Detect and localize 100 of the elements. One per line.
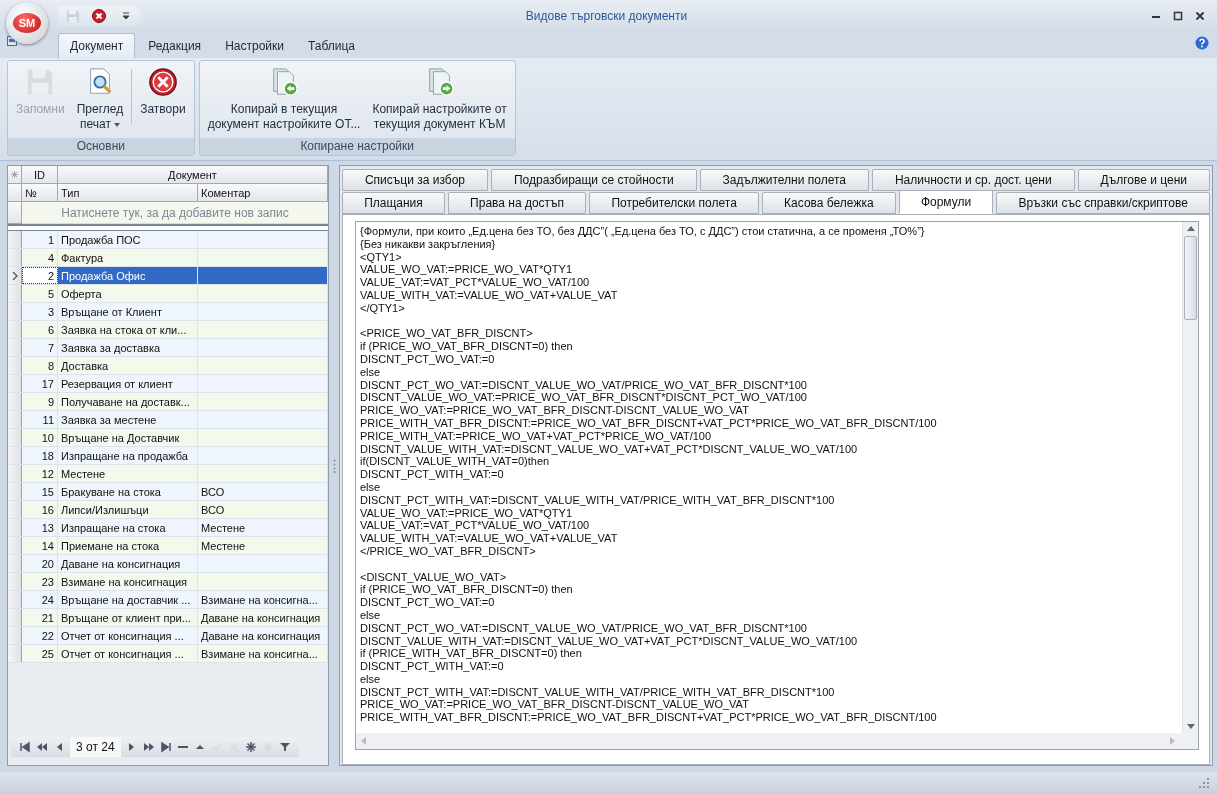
scroll-left-icon[interactable]: [360, 737, 366, 745]
caret-icon[interactable]: [113, 122, 120, 127]
table-cell: 21: [22, 609, 58, 626]
column-header[interactable]: Коментар: [198, 184, 328, 202]
band-header[interactable]: Документ: [58, 166, 328, 184]
app-logo[interactable]: SM: [6, 2, 48, 44]
horizontal-scrollbar[interactable]: [356, 733, 1198, 749]
ribbon-button[interactable]: Копирай в текущия документ настройките ОТ...: [201, 65, 367, 134]
settings-tab[interactable]: Формули: [898, 190, 994, 214]
window-icon[interactable]: [7, 36, 17, 46]
table-cell: Връщане от Клиент: [58, 303, 198, 320]
settings-tab[interactable]: Дългове и цени: [1077, 169, 1211, 191]
maximize-icon[interactable]: [1173, 11, 1183, 21]
settings-tab[interactable]: Права на достъп: [447, 192, 587, 214]
table-cell: ВСО: [198, 483, 328, 500]
table-cell: Взимане на консигна...: [198, 591, 328, 608]
band-header[interactable]: ID: [22, 166, 58, 184]
table-cell: Заявка за местене: [58, 411, 198, 428]
table-cell: 18: [22, 447, 58, 464]
help-icon[interactable]: [1195, 36, 1209, 50]
table-cell: 15: [22, 483, 58, 500]
table-cell: 17: [22, 375, 58, 392]
previous-page-icon[interactable]: [36, 741, 48, 753]
resize-grip-icon[interactable]: [1199, 778, 1209, 788]
table-cell: 5: [22, 285, 58, 302]
table-cell: 8: [22, 357, 58, 374]
group-label: Копиране настройки: [199, 138, 515, 155]
table-cell: Връщане на Доставчик: [58, 429, 198, 446]
ribbon-tab[interactable]: Таблица: [296, 34, 367, 58]
customize-caret-icon[interactable]: [122, 12, 130, 20]
table-cell: 25: [22, 645, 58, 662]
table-cell: 22: [22, 627, 58, 644]
table-cell: Даване на консигнация: [198, 609, 328, 626]
column-header[interactable]: №: [22, 184, 58, 202]
column-chooser-icon[interactable]: [11, 171, 18, 178]
close-icon[interactable]: [1195, 11, 1205, 21]
ribbon-tab[interactable]: Документ: [58, 33, 136, 58]
table-cell: 2: [22, 267, 58, 284]
settings-tab[interactable]: Касова бележка: [762, 192, 896, 214]
filter-icon[interactable]: [278, 741, 291, 753]
table-cell: 16: [22, 501, 58, 518]
table-cell: Отчет от консигнация ...: [58, 627, 198, 644]
table-cell: 7: [22, 339, 58, 356]
ribbon-tab[interactable]: Настройки: [214, 34, 295, 58]
table-cell: 24: [22, 591, 58, 608]
table-cell: 13: [22, 519, 58, 536]
table-cell: Връщане на доставчик ...: [58, 591, 198, 608]
settings-tab[interactable]: Плащания: [342, 192, 445, 214]
table-cell: Отчет от консигнация ...: [58, 645, 198, 662]
table-cell: Местене: [198, 537, 328, 554]
table-cell: 3: [22, 303, 58, 320]
formula-editor[interactable]: [355, 221, 1199, 750]
first-record-icon[interactable]: [19, 741, 31, 753]
settings-tab[interactable]: Задължителни полета: [699, 169, 869, 191]
scrollbar-thumb[interactable]: [1184, 236, 1197, 320]
table-cell: 1: [22, 231, 58, 248]
vertical-scrollbar[interactable]: [1182, 222, 1198, 733]
scroll-right-icon[interactable]: [1170, 737, 1176, 745]
ribbon-button[interactable]: Копирай настройките от текущия документ КЪМ: [366, 65, 513, 134]
record-position: 3 от 24: [70, 737, 121, 757]
formula-text: {Формули, при които „Ед.цена без ТО, без ДДС”( „Ед.цена без ТО, с ДДС”) стои статична, а се променя „ТО%”} {Без никакви закръгления} <QTY1> VALUE_WO_VAT:=PRICE_WO_VAT*QTY1 VALUE_VAT:=VAT_PCT*VALUE_WO_VAT/100 VALUE_WITH_VAT:=VALUE_WO_VAT+VALUE_VAT </QTY1> <PRICE_WO_VAT_BFR_DISCNT> if (PRICE_WO_VAT_BFR_DISCNT=0) then DISCNT_PCT_WO_VAT:=0 else DISCNT_PCT_WO_VAT:=DISCNT_VALUE_WO_VAT/PRICE_WO_VAT_BFR_DISCNT*100 DISCNT_VALUE_WO_VAT:=PRICE_WO_VAT_BFR_DISCNT*DISCNT_PCT_WO_VAT/100 PRICE_WO_VAT:=PRICE_WO_VAT_BFR_DISCNT-DISCNT_VALUE_WO_VAT PRICE_WITH_VAT_BFR_DISCNT:=PRICE_WO_VAT_BFR_DISCNT+VAT_PCT*PRICE_WO_VAT_BFR_DISCNT/100 PRICE_WITH_VAT:=PRICE_WO_VAT+VAT_PCT*PRICE_WO_VAT/100 DISCNT_VALUE_WITH_VAT:=DISCNT_VALUE_WO_VAT+VAT_PCT*DISCNT_VALUE_WO_VAT/100 if(DISCNT_VALUE_WITH_VAT=0)then DISCNT_PCT_WITH_VAT:=0 else DISCNT_PCT_WITH_VAT:=DISCNT_VALUE_WITH_VAT/PRICE_WITH_VAT_BFR_DISCNT*100 VALUE_WO_VAT:=PRICE_WO_VAT*QTY1 VALUE_VAT:=VAT_PCT*VALUE_WO_VAT/100 VALUE_WITH_VAT:=VALUE_WO_VAT+VALUE_VAT </PRICE_WO_VAT_BFR_DISCNT> <DISCNT_VALUE_WO_VAT> if (PRICE_WO_VAT_BFR_DISCNT=0) then DISCNT_PCT_WO_VAT:=0 else DISCNT_PCT_WO_VAT:=DISCNT_VALUE_WO_VAT/PRICE_WO_VAT_BFR_DISCNT*100 DISCNT_VALUE_WITH_VAT:=DISCNT_VALUE_WO_VAT+VAT_PCT*DISCNT_VALUE_WO_VAT/100 if (PRICE_WITH_VAT_BFR_DISCNT=0) then DISCNT_PCT_WITH_VAT:=0 else DISCNT_PCT_WITH_VAT:=DISCNT_VALUE_WITH_VAT/PRICE_WITH_VAT_BFR_DISCNT*100 PRICE_WO_VAT:=PRICE_WO_VAT_BFR_DISCNT-DISCNT_VALUE_WO_VAT PRICE_WITH_VAT_BFR_DISCNT:=PRICE_WO_VAT_BFR_DISCNT+VAT_PCT*PRICE_WO_VAT_BFR_DISCNT/100: [359, 224, 938, 726]
next-page-icon[interactable]: [142, 741, 155, 753]
table-cell: Изпращане на стока: [58, 519, 198, 536]
table-cell: Даване на консигнация: [198, 627, 328, 644]
column-header[interactable]: Тип: [58, 184, 198, 202]
settings-tab[interactable]: Списъци за избор: [342, 169, 488, 191]
table-cell: Заявка за доставка: [58, 339, 198, 356]
ribbon-button[interactable]: Преглед печат: [70, 65, 130, 134]
table-cell: 11: [22, 411, 58, 428]
table-cell: 20: [22, 555, 58, 572]
settings-tab[interactable]: Подразбиращи се стойности: [491, 169, 697, 191]
add-record-icon[interactable]: [244, 741, 257, 753]
table-cell: Взимане на консигна...: [198, 645, 328, 662]
scroll-up-icon[interactable]: [1186, 225, 1195, 231]
table-cell: Продажба Офис: [58, 267, 198, 284]
table-cell: Доставка: [58, 357, 198, 374]
splitter-grip-icon[interactable]: [332, 458, 336, 473]
settings-tab[interactable]: Връзки със справки/скриптове: [996, 192, 1210, 214]
scroll-down-icon[interactable]: [1186, 724, 1195, 730]
settings-tab[interactable]: Потребителски полета: [589, 192, 759, 214]
table-cell: 10: [22, 429, 58, 446]
table-cell: 6: [22, 321, 58, 338]
table-cell: 4: [22, 249, 58, 266]
table-cell: Оферта: [58, 285, 198, 302]
row-indicator: [8, 202, 22, 224]
ribbon-tab[interactable]: Редакция: [137, 34, 213, 58]
table-cell: Заявка на стока от кли...: [58, 321, 198, 338]
table-cell: Приемане на стока: [58, 537, 198, 554]
table-cell: Продажба ПОС: [58, 231, 198, 248]
settings-tab[interactable]: Наличности и ср. дост. цени: [871, 169, 1075, 191]
ribbon-button[interactable]: Затвори: [134, 65, 192, 119]
table-cell: Взимане на консигнация: [58, 573, 198, 590]
close-icon[interactable]: [92, 9, 106, 23]
table-cell: Местене: [58, 465, 198, 482]
table-cell: Резервация от клиент: [58, 375, 198, 392]
table-cell: Връщане от клиент при...: [58, 609, 198, 626]
table-cell: 9: [22, 393, 58, 410]
row-indicator[interactable]: [8, 267, 22, 284]
last-record-icon[interactable]: [159, 741, 172, 753]
table-cell: Даване на консигнация: [58, 555, 198, 572]
